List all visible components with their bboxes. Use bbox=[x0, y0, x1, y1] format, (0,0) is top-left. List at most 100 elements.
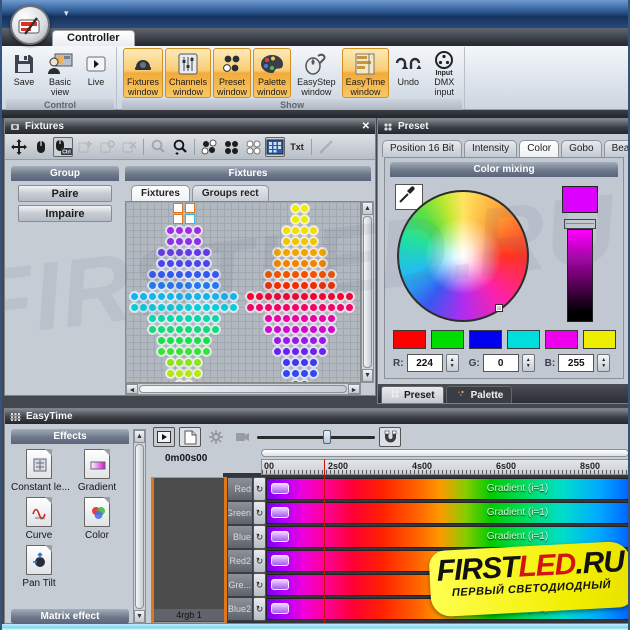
rgb-value-2[interactable]: 255 bbox=[558, 354, 594, 372]
fixture-cell[interactable] bbox=[309, 280, 318, 291]
fixture-cell[interactable] bbox=[273, 335, 282, 346]
fixture-cell[interactable] bbox=[318, 313, 327, 324]
fixture-cell[interactable] bbox=[211, 313, 220, 324]
loop-icon[interactable]: ↻ bbox=[253, 549, 266, 573]
fixture-cell[interactable] bbox=[291, 335, 300, 346]
fixture-cell[interactable] bbox=[157, 346, 166, 357]
rgb-value-1[interactable]: 0 bbox=[483, 354, 519, 372]
fixture-cell[interactable] bbox=[282, 291, 291, 302]
fixture-cell[interactable] bbox=[291, 280, 300, 291]
fixture-cell[interactable] bbox=[291, 291, 300, 302]
track-clip[interactable]: Gradient (i=1) bbox=[266, 502, 629, 524]
ribbon-button-easystep-window[interactable]: EasyStep window bbox=[293, 48, 340, 98]
fixture-cell[interactable] bbox=[282, 258, 291, 269]
fixture-cell[interactable] bbox=[157, 324, 166, 335]
edit-group-icon[interactable] bbox=[97, 137, 117, 157]
fixture-cell[interactable] bbox=[211, 302, 220, 313]
fixture-cell[interactable] bbox=[220, 291, 229, 302]
draw-line-icon[interactable] bbox=[316, 137, 336, 157]
loop-icon[interactable]: ↻ bbox=[253, 501, 266, 525]
fixture-cell[interactable] bbox=[327, 280, 336, 291]
scroll-thumb[interactable] bbox=[363, 216, 372, 368]
fixtures-tab-fixtures[interactable]: Fixtures bbox=[131, 185, 190, 202]
ribbon-button-basic-view[interactable]: Basic view bbox=[43, 48, 77, 98]
effect-item-constant-le[interactable]: Constant le... bbox=[11, 449, 67, 493]
select-half-icon[interactable] bbox=[199, 137, 219, 157]
fixture-cell[interactable] bbox=[318, 346, 327, 357]
color-wheel[interactable] bbox=[397, 190, 529, 322]
fixture-cell[interactable] bbox=[282, 346, 291, 357]
tab-controller[interactable]: Controller bbox=[52, 30, 135, 46]
fixture-cell[interactable] bbox=[193, 280, 202, 291]
fixture-cell[interactable] bbox=[193, 291, 202, 302]
loop-icon[interactable]: ↻ bbox=[253, 525, 266, 549]
fixture-cell[interactable] bbox=[273, 302, 282, 313]
fixture-cell[interactable] bbox=[184, 269, 193, 280]
fixture-cell[interactable] bbox=[130, 302, 139, 313]
fixture-cell[interactable] bbox=[184, 280, 193, 291]
easytime-panel-titlebar[interactable]: EasyTime bbox=[5, 409, 629, 424]
fixture-cell[interactable] bbox=[282, 225, 291, 236]
fixture-cell[interactable] bbox=[300, 247, 309, 258]
timeline-ruler[interactable]: 002s004s006s008s00 bbox=[261, 459, 629, 475]
color-swatch-0[interactable] bbox=[393, 330, 426, 349]
fixture-cell[interactable] bbox=[264, 291, 273, 302]
fixture-cell[interactable] bbox=[202, 346, 211, 357]
timeline-zoom-slider[interactable] bbox=[257, 430, 375, 444]
effect-item-color[interactable]: Color bbox=[69, 497, 125, 541]
scroll-up-icon[interactable]: ▲ bbox=[134, 430, 145, 443]
zoom-out-icon[interactable] bbox=[148, 137, 168, 157]
fixture-cell[interactable] bbox=[157, 335, 166, 346]
fixtures-panel-titlebar[interactable]: Fixtures ✕ bbox=[5, 119, 375, 134]
fixture-cell[interactable] bbox=[327, 324, 336, 335]
fixture-head-icon[interactable] bbox=[173, 214, 183, 224]
fixtures-grid-hscrollbar[interactable]: ◄ ► bbox=[125, 383, 361, 395]
fixture-cell[interactable] bbox=[229, 302, 238, 313]
fixture-cell[interactable] bbox=[309, 346, 318, 357]
fixture-cell[interactable] bbox=[166, 357, 175, 368]
fixture-cell[interactable] bbox=[300, 280, 309, 291]
fixture-cell[interactable] bbox=[184, 291, 193, 302]
fixture-cell[interactable] bbox=[291, 247, 300, 258]
fixture-cell[interactable] bbox=[148, 269, 157, 280]
application-menu-button[interactable] bbox=[10, 5, 50, 45]
fixture-cell[interactable] bbox=[300, 346, 309, 357]
fixture-cell[interactable] bbox=[157, 247, 166, 258]
fixture-cell[interactable] bbox=[211, 324, 220, 335]
fixture-cell[interactable] bbox=[157, 313, 166, 324]
matrix-preview-box[interactable]: 4rgb 1 bbox=[151, 477, 227, 623]
fixture-cell[interactable] bbox=[157, 269, 166, 280]
fixture-cell[interactable] bbox=[282, 247, 291, 258]
fixture-cell[interactable] bbox=[291, 203, 300, 214]
fixture-cell[interactable] bbox=[300, 291, 309, 302]
fixture-cell[interactable] bbox=[193, 269, 202, 280]
fixture-cell[interactable] bbox=[318, 291, 327, 302]
ribbon-button-preset-window[interactable]: Preset window bbox=[213, 48, 251, 98]
new-scene-button[interactable] bbox=[179, 427, 201, 447]
ribbon-button-channels-window[interactable]: Channels window bbox=[165, 48, 211, 98]
fixture-cell[interactable] bbox=[166, 247, 175, 258]
fixture-cell[interactable] bbox=[175, 324, 184, 335]
effects-vscrollbar[interactable]: ▲ ▼ bbox=[133, 429, 146, 624]
fixture-cell[interactable] bbox=[157, 291, 166, 302]
fixture-cell[interactable] bbox=[166, 368, 175, 379]
fixture-cell[interactable] bbox=[318, 258, 327, 269]
fixture-cell[interactable] bbox=[309, 247, 318, 258]
fixture-cell[interactable] bbox=[291, 313, 300, 324]
fixture-cell[interactable] bbox=[273, 324, 282, 335]
fixture-cell[interactable] bbox=[273, 280, 282, 291]
fixture-cell[interactable] bbox=[309, 258, 318, 269]
brightness-slider-handle[interactable] bbox=[564, 219, 596, 229]
fixture-cell[interactable] bbox=[300, 203, 309, 214]
fixture-cell[interactable] bbox=[139, 302, 148, 313]
color-swatch-3[interactable] bbox=[507, 330, 540, 349]
fixture-cell[interactable] bbox=[300, 335, 309, 346]
fixture-cell[interactable] bbox=[166, 335, 175, 346]
preset-tab-beam[interactable]: Beam bbox=[604, 140, 630, 157]
fixture-cell[interactable] bbox=[166, 236, 175, 247]
ribbon-button-easytime-window[interactable]: EasyTime window bbox=[342, 48, 390, 98]
effect-item-pan-tilt[interactable]: Pan Tilt bbox=[11, 545, 67, 589]
fixture-cell[interactable] bbox=[175, 291, 184, 302]
color-swatch-2[interactable] bbox=[469, 330, 502, 349]
color-swatch-5[interactable] bbox=[583, 330, 616, 349]
